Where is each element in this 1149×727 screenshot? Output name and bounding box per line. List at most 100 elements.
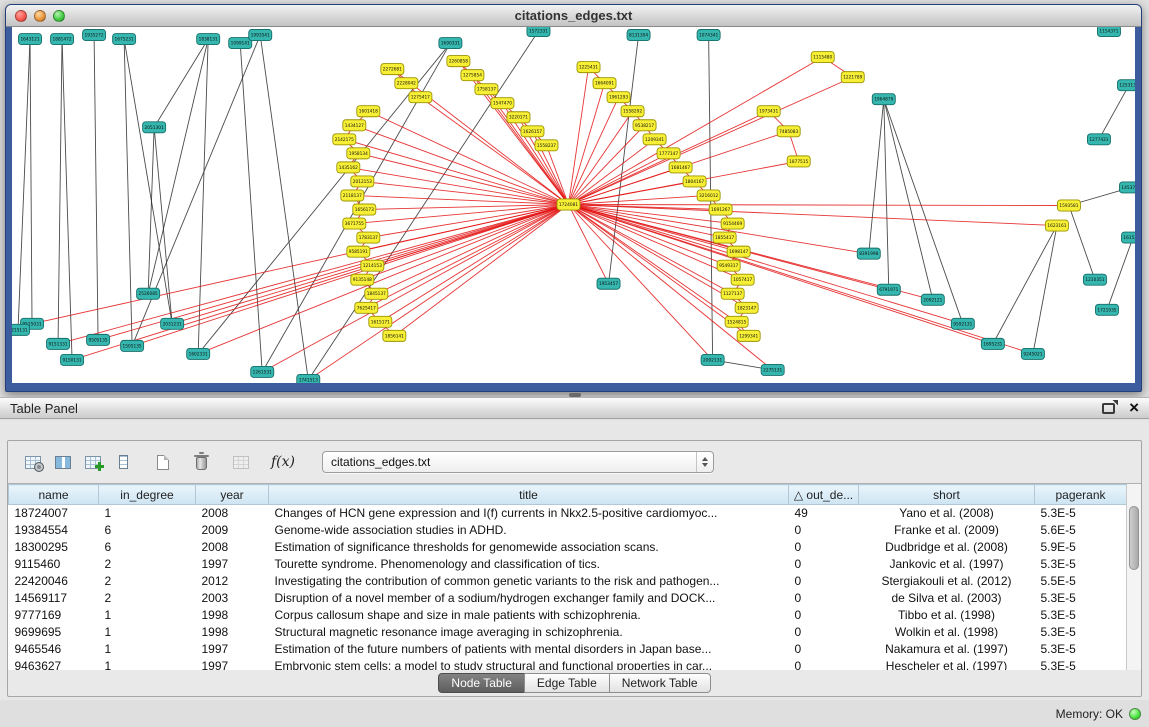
graph-node[interactable]: 1572331: [527, 27, 550, 37]
graph-edge[interactable]: [124, 39, 172, 324]
graph-edge[interactable]: [1099, 85, 1129, 139]
graph-node[interactable]: 2051301: [143, 122, 166, 133]
graph-edge[interactable]: [62, 39, 72, 360]
network-canvas[interactable]: 2272681222804212754171601418143412721421…: [12, 27, 1135, 383]
graph-edge[interactable]: [124, 39, 132, 346]
column-header-short[interactable]: short: [859, 485, 1035, 505]
graph-node[interactable]: 1823147: [735, 302, 758, 313]
graph-node[interactable]: 9245021: [1021, 348, 1044, 359]
graph-edge[interactable]: [568, 153, 668, 204]
table-settings-icon[interactable]: [18, 447, 48, 477]
graph-node[interactable]: 1838131: [197, 34, 220, 45]
graph-node[interactable]: 1099141: [229, 38, 252, 49]
graph-node[interactable]: 1505135: [121, 340, 144, 351]
table-row[interactable]: 1938455462009Genome-wide association stu…: [9, 522, 1127, 539]
graph-node[interactable]: 2012153: [351, 176, 374, 187]
graph-edge[interactable]: [30, 39, 32, 324]
column-header-title[interactable]: title: [269, 485, 789, 505]
graph-edge[interactable]: [58, 204, 568, 343]
import-table-icon[interactable]: [226, 447, 256, 477]
graph-node[interactable]: 1275854: [461, 70, 484, 81]
graph-edge[interactable]: [568, 204, 1068, 205]
graph-node[interactable]: 1615171: [369, 316, 392, 327]
minimize-window-button[interactable]: [34, 10, 46, 22]
graph-node[interactable]: 1724081: [557, 199, 580, 210]
graph-node[interactable]: 2275131: [761, 364, 784, 375]
table-row[interactable]: 1456911722003Disruption of a novel membe…: [9, 590, 1127, 607]
table-row[interactable]: 969969511998Structural magnetic resonanc…: [9, 624, 1127, 641]
column-header-out_de[interactable]: △ out_de...: [789, 485, 859, 505]
graph-edge[interactable]: [94, 35, 98, 340]
graph-edge[interactable]: [1107, 238, 1133, 310]
graph-edge[interactable]: [568, 204, 962, 323]
graph-node[interactable]: 1074341: [697, 30, 720, 41]
column-header-in_degree[interactable]: in_degree: [99, 485, 196, 505]
table-row[interactable]: 2242004622012Investigating the contribut…: [9, 573, 1127, 590]
graph-edge[interactable]: [869, 99, 884, 253]
tab-node-table[interactable]: Node Table: [438, 673, 525, 693]
graph-edge[interactable]: [884, 99, 933, 300]
table-row[interactable]: 946362711997Embryonic stem cells: a mode…: [9, 658, 1127, 671]
graph-node[interactable]: 9215131: [12, 324, 30, 335]
graph-node[interactable]: 1435162: [337, 162, 360, 173]
graph-node[interactable]: 9154469: [721, 218, 744, 229]
graph-node[interactable]: 8131304: [627, 30, 650, 41]
scrollbar-thumb[interactable]: [1129, 506, 1139, 570]
graph-edge[interactable]: [568, 204, 1056, 225]
table-row[interactable]: 946554611997Estimation of the future num…: [9, 641, 1127, 658]
graph-node[interactable]: 2092131: [701, 354, 724, 365]
network-graph[interactable]: 2272681222804212754171601418143412721421…: [12, 27, 1135, 383]
graph-node[interactable]: 1675231: [113, 34, 136, 45]
graph-edge[interactable]: [609, 35, 639, 284]
graph-node[interactable]: 1127137: [721, 288, 744, 299]
graph-node[interactable]: 1741513: [297, 374, 320, 383]
graph-node[interactable]: 1758137: [475, 84, 498, 95]
graph-node[interactable]: 1275417: [409, 92, 432, 103]
graph-node[interactable]: 2526085: [137, 288, 160, 299]
graph-node[interactable]: 9585191: [347, 246, 370, 257]
table-source-dropdown[interactable]: citations_edges.txt: [322, 451, 714, 473]
graph-node[interactable]: 1935272: [83, 30, 106, 41]
graph-node[interactable]: 1783137: [357, 232, 380, 243]
graph-node[interactable]: 1777147: [657, 148, 680, 159]
graph-node[interactable]: 1643121: [19, 34, 42, 45]
graph-edge[interactable]: [58, 39, 62, 344]
graph-node[interactable]: 1626157: [521, 126, 544, 137]
column-header-pagerank[interactable]: pagerank: [1035, 485, 1127, 505]
graph-node[interactable]: 1698147: [727, 246, 750, 257]
graph-node[interactable]: 1558237: [535, 140, 558, 151]
table-row[interactable]: 1872400712008Changes of HCN gene express…: [9, 505, 1127, 522]
graph-node[interactable]: 1623161: [1045, 220, 1068, 231]
graph-node[interactable]: 9135148: [351, 274, 374, 285]
graph-node[interactable]: 2092121: [921, 294, 944, 305]
new-table-icon[interactable]: [148, 447, 178, 477]
graph-edge[interactable]: [198, 39, 208, 354]
graph-node[interactable]: 9538217: [633, 120, 656, 131]
graph-node[interactable]: 1856141: [383, 330, 406, 341]
graph-node[interactable]: 3216012: [697, 190, 720, 201]
function-builder-icon[interactable]: f(x): [268, 447, 298, 477]
graph-node[interactable]: 1695231: [981, 338, 1004, 349]
graph-node[interactable]: 8391998: [857, 248, 880, 259]
graph-node[interactable]: 1210351: [1083, 274, 1106, 285]
graph-edge[interactable]: [18, 39, 30, 330]
graph-node[interactable]: 1547470: [491, 98, 514, 109]
graph-edge[interactable]: [240, 43, 262, 372]
graph-node[interactable]: 1434127: [343, 120, 366, 131]
create-column-icon[interactable]: [78, 447, 108, 477]
graph-edge[interactable]: [568, 195, 708, 204]
column-header-year[interactable]: year: [196, 485, 269, 505]
close-panel-icon[interactable]: ×: [1129, 401, 1139, 415]
graph-node[interactable]: 1277431: [1087, 134, 1110, 145]
graph-node[interactable]: 1691267: [709, 204, 732, 215]
graph-node[interactable]: 2118137: [341, 190, 364, 201]
graph-node[interactable]: 1057417: [731, 274, 754, 285]
graph-node[interactable]: 9505135: [87, 334, 110, 345]
graph-edge[interactable]: [884, 99, 889, 290]
graph-node[interactable]: 1214153: [361, 260, 384, 271]
graph-edge[interactable]: [568, 204, 746, 307]
graph-node[interactable]: 1593581: [1057, 200, 1080, 211]
graph-node[interactable]: 1601418: [357, 106, 380, 117]
graph-node[interactable]: 2142175: [333, 134, 356, 145]
graph-edge[interactable]: [154, 39, 208, 127]
